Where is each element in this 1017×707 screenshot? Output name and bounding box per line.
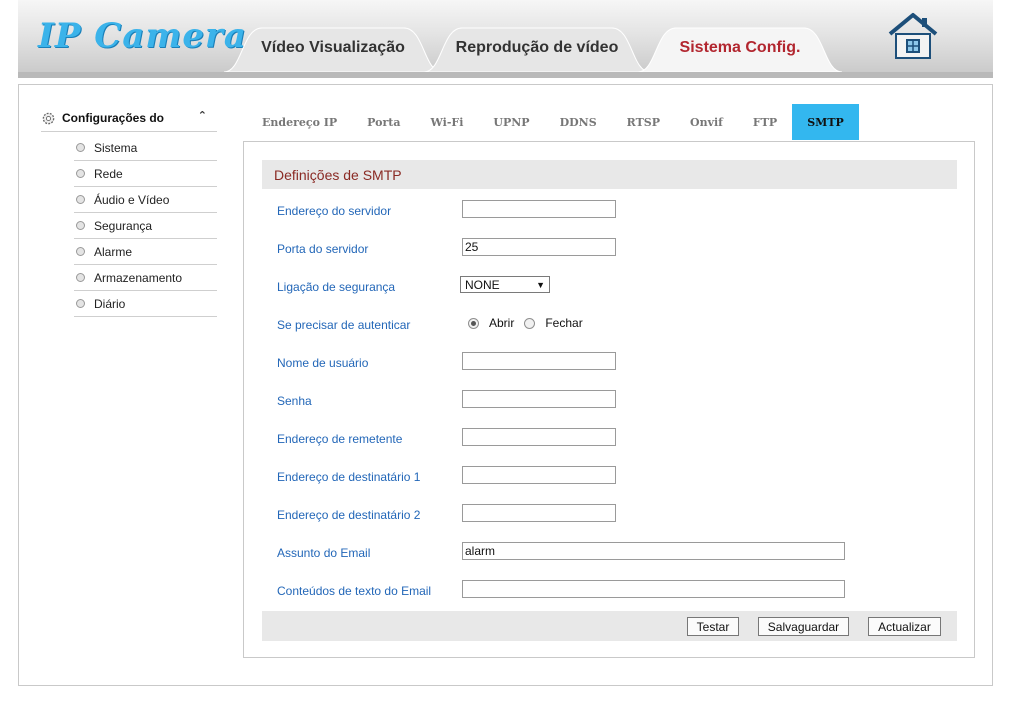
- sidebar-item-label: Diário: [94, 296, 126, 311]
- sidebar-item-armazenamento[interactable]: Armazenamento: [74, 265, 217, 291]
- save-button[interactable]: Salvaguardar: [758, 617, 849, 636]
- sidebar-item-diario[interactable]: Diário: [74, 291, 217, 317]
- tab-label: Reprodução de vídeo: [455, 39, 619, 56]
- username-label: Nome de usuário: [277, 356, 369, 370]
- smtp-settings-panel: Definições de SMTP Endereço do servidor …: [243, 141, 975, 658]
- email-subject-input[interactable]: [462, 542, 845, 560]
- chevron-up-icon[interactable]: ⌃: [198, 109, 207, 122]
- auth-close-radio[interactable]: [524, 317, 536, 329]
- sidebar-item-label: Rede: [94, 166, 123, 181]
- bullet-icon: [76, 299, 85, 308]
- test-button[interactable]: Testar: [687, 617, 739, 636]
- subtab-port[interactable]: Porta: [352, 104, 415, 140]
- bullet-icon: [76, 273, 85, 282]
- bullet-icon: [76, 143, 85, 152]
- refresh-button[interactable]: Actualizar: [868, 617, 941, 636]
- need-auth-label: Se precisar de autenticar: [277, 318, 411, 332]
- sidebar-item-seguranca[interactable]: Segurança: [74, 213, 217, 239]
- tab-label: Vídeo Visualização: [261, 39, 405, 56]
- sidebar-item-alarme[interactable]: Alarme: [74, 239, 217, 265]
- bullet-icon: [76, 169, 85, 178]
- subtab-ip-address[interactable]: Endereço IP: [247, 104, 352, 140]
- tab-playback[interactable]: Reprodução de vídeo: [424, 24, 650, 72]
- tab-video-preview[interactable]: Vídeo Visualização: [224, 24, 442, 72]
- server-port-input[interactable]: [462, 238, 616, 256]
- sidebar-item-label: Armazenamento: [94, 270, 183, 285]
- email-subject-label: Assunto do Email: [277, 546, 371, 560]
- server-port-label: Porta do servidor: [277, 242, 369, 256]
- username-input[interactable]: [462, 352, 616, 370]
- sidebar-item-audio-video[interactable]: Áudio e Vídeo: [74, 187, 217, 213]
- sender-address-input[interactable]: [462, 428, 616, 446]
- recipient1-input[interactable]: [462, 466, 616, 484]
- chevron-down-icon: ▼: [536, 279, 545, 290]
- need-auth-radio-group: Abrir Fechar: [468, 316, 593, 330]
- header-divider: [18, 72, 993, 78]
- server-address-input[interactable]: [462, 200, 616, 218]
- tab-system-config[interactable]: Sistema Config.: [638, 24, 842, 72]
- sender-address-label: Endereço de remetente: [277, 432, 403, 446]
- auth-close-label: Fechar: [545, 316, 583, 330]
- password-label: Senha: [277, 394, 312, 408]
- section-title: Definições de SMTP: [262, 160, 957, 189]
- content-frame: Configurações do ⌃ Sistema Rede Áudio e …: [18, 84, 993, 686]
- subtab-ftp[interactable]: FTP: [738, 104, 792, 140]
- home-icon[interactable]: [886, 12, 940, 62]
- gear-icon: [42, 112, 55, 124]
- bullet-icon: [76, 195, 85, 204]
- network-subtabs: Endereço IP Porta Wi-Fi UPNP DDNS RTSP O…: [247, 104, 859, 140]
- sidebar-menu: Sistema Rede Áudio e Vídeo Segurança Ala…: [74, 135, 217, 317]
- recipient2-input[interactable]: [462, 504, 616, 522]
- sidebar-item-rede[interactable]: Rede: [74, 161, 217, 187]
- tab-label: Sistema Config.: [679, 39, 801, 56]
- subtab-upnp[interactable]: UPNP: [478, 104, 544, 140]
- auth-open-label: Abrir: [489, 316, 515, 330]
- subtab-onvif[interactable]: Onvif: [675, 104, 738, 140]
- bullet-icon: [76, 221, 85, 230]
- top-header: IP Camera Vídeo Visualização Reprodução …: [18, 0, 993, 78]
- action-bar: Testar Salvaguardar Actualizar: [262, 611, 957, 641]
- logo: IP Camera: [38, 16, 247, 56]
- select-value: NONE: [465, 277, 500, 292]
- sidebar-title: Configurações do: [62, 111, 165, 125]
- sidebar-item-sistema[interactable]: Sistema: [74, 135, 217, 161]
- subtab-ddns[interactable]: DDNS: [545, 104, 612, 140]
- email-body-input[interactable]: [462, 580, 845, 598]
- sidebar-item-label: Segurança: [94, 218, 153, 233]
- email-body-label: Conteúdos de texto do Email: [277, 584, 432, 598]
- subtab-wifi[interactable]: Wi-Fi: [415, 104, 478, 140]
- subtab-smtp[interactable]: SMTP: [792, 104, 859, 140]
- recipient2-label: Endereço de destinatário 2: [277, 508, 421, 522]
- secure-connection-select[interactable]: NONE ▼: [460, 276, 550, 293]
- sidebar-item-label: Áudio e Vídeo: [94, 192, 170, 207]
- auth-open-radio[interactable]: [468, 317, 479, 329]
- sidebar-item-label: Alarme: [94, 244, 133, 259]
- recipient1-label: Endereço de destinatário 1: [277, 470, 421, 484]
- bullet-icon: [76, 247, 85, 256]
- subtab-rtsp[interactable]: RTSP: [612, 104, 675, 140]
- sidebar-header[interactable]: Configurações do ⌃: [41, 105, 217, 132]
- password-input[interactable]: [462, 390, 616, 408]
- secure-connection-label: Ligação de segurança: [277, 280, 396, 294]
- sidebar-item-label: Sistema: [94, 140, 138, 155]
- server-address-label: Endereço do servidor: [277, 204, 392, 218]
